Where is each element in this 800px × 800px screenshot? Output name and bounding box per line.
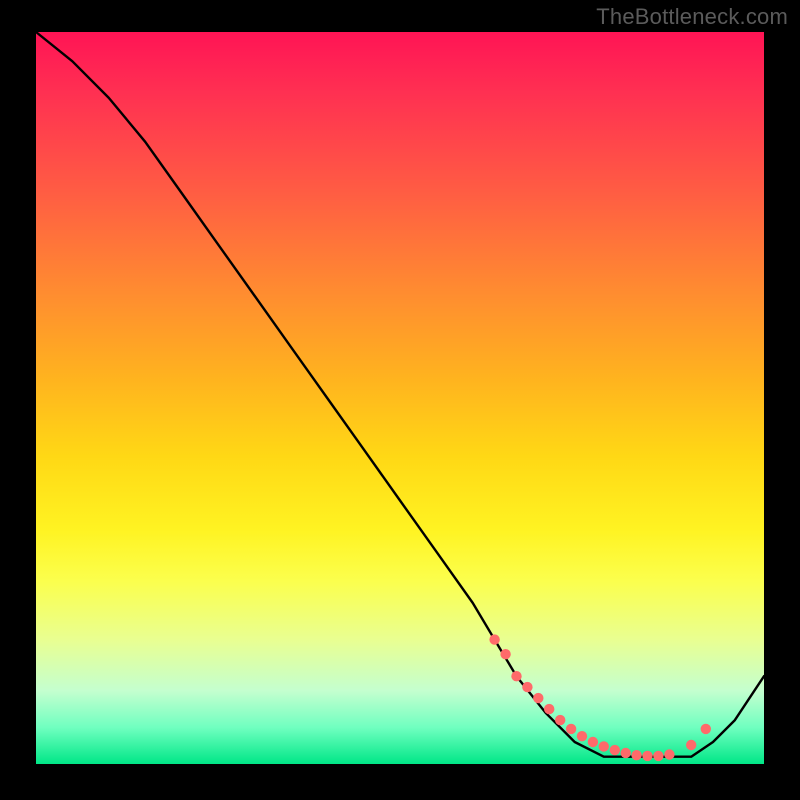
- bottleneck-curve: [36, 32, 764, 757]
- optimal-dot: [631, 750, 641, 760]
- optimal-dot: [511, 671, 521, 681]
- optimal-dot: [533, 693, 543, 703]
- optimal-dot: [566, 724, 576, 734]
- optimal-dot: [599, 741, 609, 751]
- optimal-dot: [664, 749, 674, 759]
- optimal-dot: [577, 731, 587, 741]
- optimal-dot: [500, 649, 510, 659]
- optimal-dot: [642, 751, 652, 761]
- optimal-dot: [544, 704, 554, 714]
- optimal-dot: [621, 748, 631, 758]
- optimal-dot: [686, 740, 696, 750]
- curve-layer: [36, 32, 764, 764]
- optimal-dots: [489, 634, 711, 761]
- optimal-dot: [610, 745, 620, 755]
- chart-frame: TheBottleneck.com: [0, 0, 800, 800]
- plot-area: [36, 32, 764, 764]
- optimal-dot: [588, 737, 598, 747]
- optimal-dot: [701, 724, 711, 734]
- watermark-text: TheBottleneck.com: [596, 4, 788, 30]
- optimal-dot: [489, 634, 499, 644]
- optimal-dot: [522, 682, 532, 692]
- optimal-dot: [555, 715, 565, 725]
- optimal-dot: [653, 751, 663, 761]
